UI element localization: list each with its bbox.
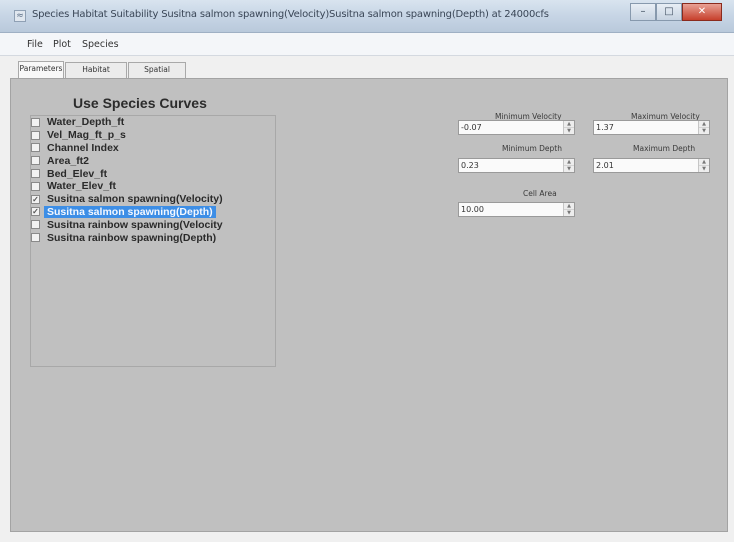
species-item-label: Susitna salmon spawning(Velocity) [47, 193, 223, 206]
species-checklist: Water_Depth_ft Vel_Mag_ft_p_s Channel In… [31, 116, 281, 244]
species-item-label: Susitna rainbow spawning(Velocity [47, 218, 223, 231]
spin-down-icon[interactable]: ▼ [564, 166, 574, 172]
spinner-buttons: ▲ ▼ [698, 159, 709, 172]
species-item[interactable]: Water_Elev_ft [31, 180, 281, 193]
max-velocity-spinner[interactable]: ▲ ▼ [593, 120, 710, 135]
cell-area-label: Cell Area [523, 189, 557, 198]
app-window: ≈ Species Habitat Suitability Susitna sa… [0, 0, 734, 542]
tab-habitat-suitability[interactable]: Habitat Suitability [65, 62, 127, 88]
max-velocity-input[interactable] [594, 121, 698, 134]
checkbox[interactable] [31, 181, 40, 191]
species-item-label: Water_Depth_ft [47, 116, 125, 129]
species-item-label: Susitna salmon spawning(Depth) [44, 205, 216, 218]
max-depth-label: Maximum Depth [633, 144, 696, 153]
max-depth-spinner[interactable]: ▲ ▼ [593, 158, 710, 173]
tab-parameters[interactable]: Parameters [18, 61, 64, 78]
species-group-title: Use Species Curves [73, 95, 207, 111]
spin-down-icon[interactable]: ▼ [699, 166, 709, 172]
spin-down-icon[interactable]: ▼ [564, 128, 574, 134]
spin-up-icon[interactable]: ▲ [564, 203, 574, 210]
menu-file[interactable]: File [27, 39, 43, 50]
maximize-button[interactable]: □ [656, 3, 682, 21]
species-item-label: Channel Index [47, 141, 119, 154]
spinner-buttons: ▲ ▼ [563, 121, 574, 134]
checkbox[interactable] [31, 233, 40, 243]
checkbox-checked[interactable]: ✓ [31, 194, 40, 204]
spin-up-icon[interactable]: ▲ [699, 159, 709, 166]
window-controls: – □ ✕ [630, 3, 722, 21]
species-item[interactable]: Water_Depth_ft [31, 116, 281, 129]
species-item[interactable]: ✓ Susitna salmon spawning(Velocity) [31, 193, 281, 206]
spinner-buttons: ▲ ▼ [698, 121, 709, 134]
minimize-button[interactable]: – [630, 3, 656, 21]
checkbox[interactable] [31, 220, 40, 230]
min-velocity-input[interactable] [459, 121, 563, 134]
menu-plot[interactable]: Plot [53, 39, 71, 50]
species-item-label: Bed_Elev_ft [47, 167, 108, 180]
spin-up-icon[interactable]: ▲ [699, 121, 709, 128]
species-item[interactable]: Susitna rainbow spawning(Velocity [31, 218, 281, 231]
window-title: Species Habitat Suitability Susitna salm… [32, 9, 549, 20]
checkbox[interactable] [31, 169, 40, 179]
menu-bar: File Plot Species [0, 33, 734, 56]
species-item[interactable]: Vel_Mag_ft_p_s [31, 129, 281, 142]
spin-down-icon[interactable]: ▼ [699, 128, 709, 134]
parameters-panel: Use Species Curves Water_Depth_ft Vel_Ma… [10, 78, 728, 532]
species-item-label: Water_Elev_ft [47, 180, 117, 193]
species-item-label: Area_ft2 [47, 154, 90, 167]
species-item-selected[interactable]: ✓ Susitna salmon spawning(Depth) [31, 205, 281, 219]
spin-down-icon[interactable]: ▼ [564, 210, 574, 216]
spin-up-icon[interactable]: ▲ [564, 159, 574, 166]
close-button[interactable]: ✕ [682, 3, 722, 21]
cell-area-spinner[interactable]: ▲ ▼ [458, 202, 575, 217]
species-item-label: Susitna rainbow spawning(Depth) [47, 231, 217, 244]
checkbox[interactable] [31, 156, 40, 166]
app-icon: ≈ [14, 10, 26, 22]
spin-up-icon[interactable]: ▲ [564, 121, 574, 128]
checkbox-checked[interactable]: ✓ [31, 207, 40, 217]
checkbox[interactable] [31, 130, 40, 140]
tab-spatial-analysis[interactable]: Spatial Analysis [128, 62, 186, 88]
checkbox[interactable] [31, 117, 40, 127]
species-item-label: Vel_Mag_ft_p_s [47, 129, 126, 142]
cell-area-input[interactable] [459, 203, 563, 216]
min-velocity-spinner[interactable]: ▲ ▼ [458, 120, 575, 135]
species-item[interactable]: Susitna rainbow spawning(Depth) [31, 231, 281, 244]
title-bar[interactable]: ≈ Species Habitat Suitability Susitna sa… [0, 0, 734, 33]
checkbox[interactable] [31, 143, 40, 153]
min-depth-label: Minimum Depth [502, 144, 562, 153]
spinner-buttons: ▲ ▼ [563, 159, 574, 172]
menu-species[interactable]: Species [82, 39, 119, 50]
min-depth-input[interactable] [459, 159, 563, 172]
spinner-buttons: ▲ ▼ [563, 203, 574, 216]
species-item[interactable]: Area_ft2 [31, 154, 281, 167]
species-item[interactable]: Bed_Elev_ft [31, 167, 281, 180]
min-depth-spinner[interactable]: ▲ ▼ [458, 158, 575, 173]
species-item[interactable]: Channel Index [31, 142, 281, 155]
max-depth-input[interactable] [594, 159, 698, 172]
